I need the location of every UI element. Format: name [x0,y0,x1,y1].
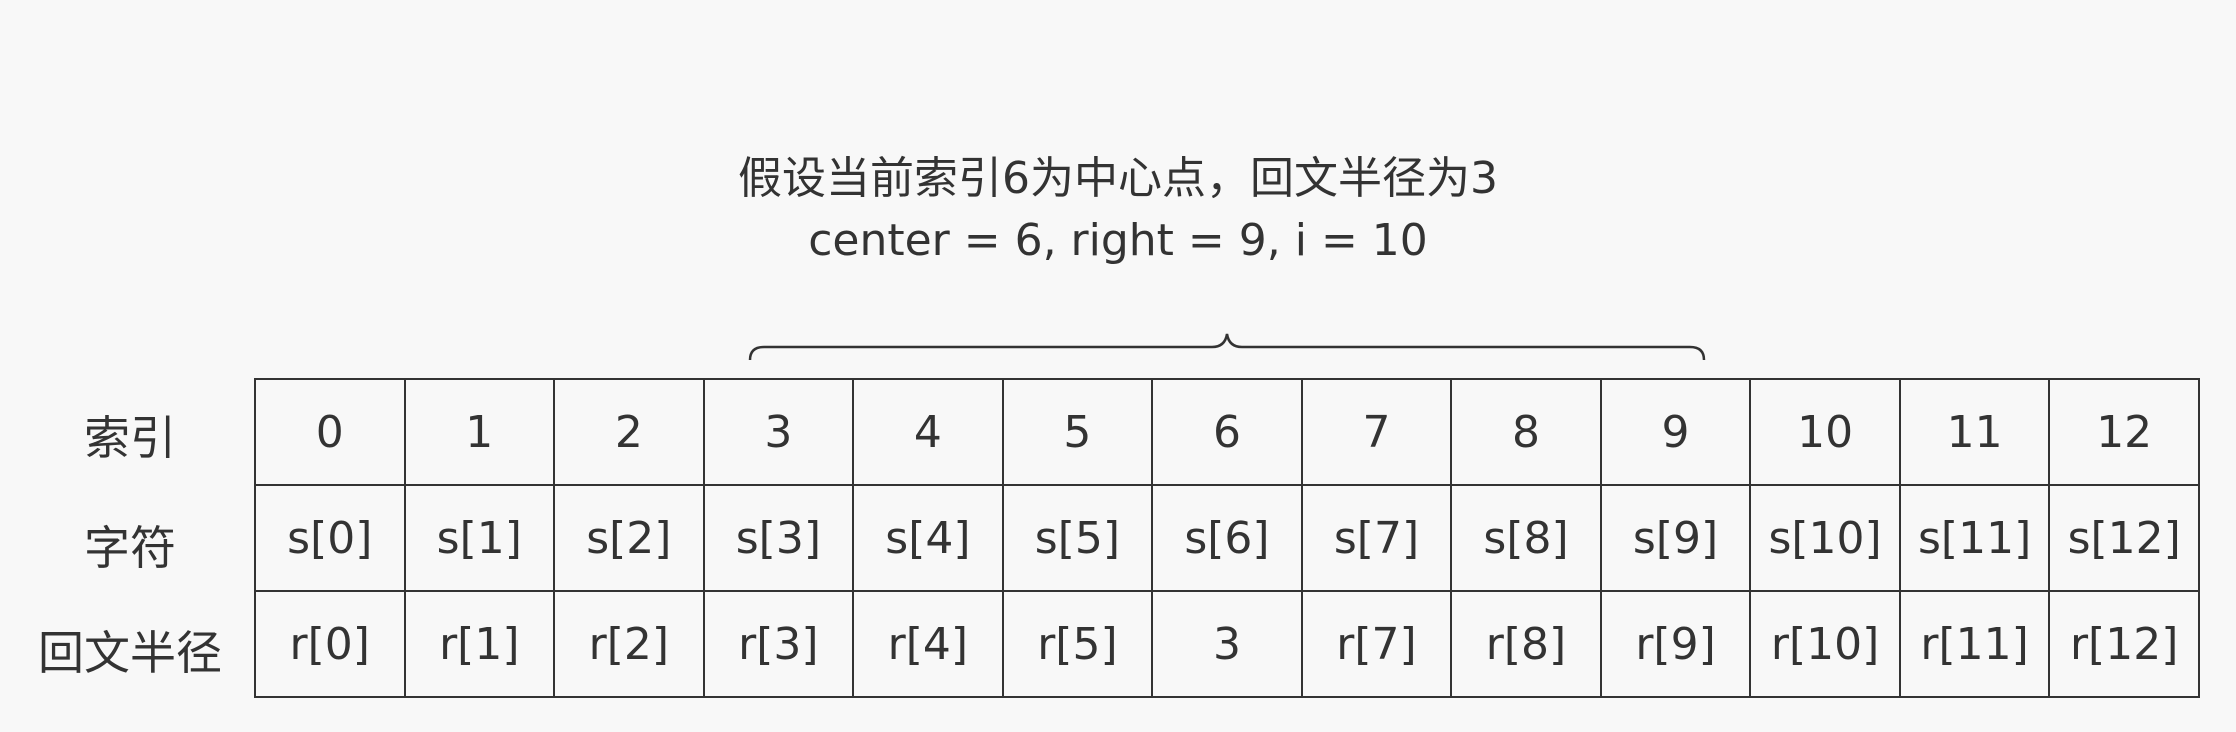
char-cell: s[0] [254,484,406,592]
char-cell: s[12] [2048,484,2200,592]
radius-cell: r[8] [1450,590,1602,698]
row-label-index: 索引 [84,411,176,465]
index-cell: 11 [1898,378,2051,486]
radius-cell: r[5] [1001,590,1154,698]
radius-cell: r[12] [2048,590,2200,698]
index-cell: 9 [1599,378,1752,486]
index-cell: 10 [1749,378,1901,486]
char-cell: s[10] [1749,484,1901,592]
char-cell: s[9] [1599,484,1752,592]
radius-cell: r[4] [852,590,1004,698]
index-cell: 7 [1300,378,1453,486]
radius-cell: r[3] [702,590,855,698]
index-cell: 3 [702,378,855,486]
index-cell: 4 [852,378,1004,486]
char-cell: s[7] [1300,484,1453,592]
index-cell: 12 [2048,378,2200,486]
char-cell: s[11] [1898,484,2051,592]
char-row: s[0] s[1] s[2] s[3] s[4] s[5] s[6] s[7] … [254,484,2200,592]
char-cell: s[6] [1151,484,1303,592]
index-cell: 2 [553,378,705,486]
radius-cell: r[1] [403,590,556,698]
index-cell: 0 [254,378,406,486]
radius-cell: 3 [1151,590,1303,698]
row-label-radius: 回文半径 [38,626,222,680]
radius-cell: r[2] [553,590,705,698]
radius-cell: r[10] [1749,590,1901,698]
radius-cell: r[7] [1300,590,1453,698]
char-cell: s[5] [1001,484,1154,592]
radius-cell: r[11] [1898,590,2051,698]
index-row: 0 1 2 3 4 5 6 7 8 9 10 11 12 [254,378,2200,486]
char-cell: s[8] [1450,484,1602,592]
index-cell: 8 [1450,378,1602,486]
char-cell: s[4] [852,484,1004,592]
index-cell: 5 [1001,378,1154,486]
index-cell: 6 [1151,378,1303,486]
brace-path [748,333,1706,361]
radius-cell: r[0] [254,590,406,698]
radius-cell: r[9] [1599,590,1752,698]
row-label-char: 字符 [84,521,176,575]
palindrome-table: 0 1 2 3 4 5 6 7 8 9 10 11 12 s[0] s[1] s… [254,378,2200,698]
char-cell: s[3] [702,484,855,592]
index-cell: 1 [403,378,556,486]
char-cell: s[1] [403,484,556,592]
radius-row: r[0] r[1] r[2] r[3] r[4] r[5] 3 r[7] r[8… [254,590,2200,698]
char-cell: s[2] [553,484,705,592]
